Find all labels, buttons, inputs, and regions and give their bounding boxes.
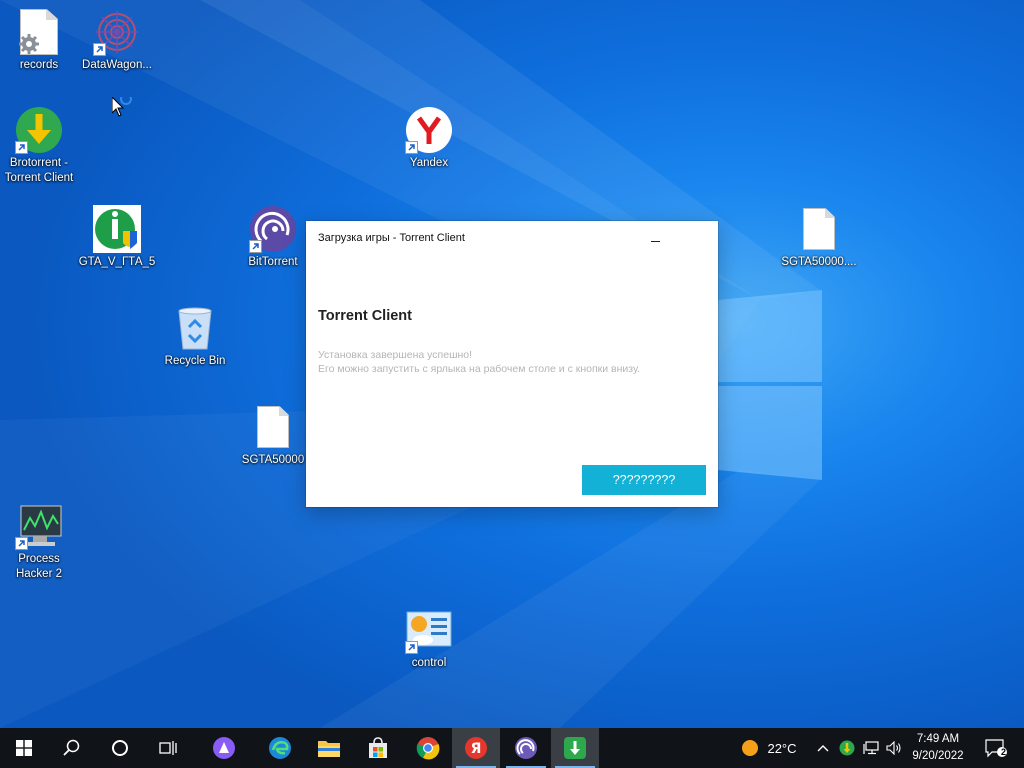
torrent-client-icon [564, 737, 586, 759]
taskbar-edge[interactable] [256, 728, 304, 768]
desktop-icon-label: control [411, 657, 447, 669]
clock-time: 7:49 AM [916, 733, 960, 745]
desktop-icon-control[interactable]: control [387, 606, 471, 671]
store-icon [369, 737, 387, 758]
launch-button[interactable]: ????????? [582, 465, 706, 495]
edge-icon [269, 737, 291, 759]
taskbar-chrome[interactable] [404, 728, 452, 768]
chrome-icon [416, 737, 440, 760]
message-line: Установка завершена успешно! [318, 349, 473, 361]
search-icon [63, 739, 80, 756]
alice-icon [213, 737, 235, 759]
desktop-icon-label: records [19, 59, 59, 71]
taskbar-file-explorer[interactable] [305, 728, 353, 768]
desktop-icon-label: SGTA50000 [241, 454, 305, 466]
desktop-icon-label: Recycle Bin [164, 355, 226, 367]
notification-center-button[interactable]: 2 [976, 728, 1016, 768]
desktop-icon-label: SGTA50000.... [781, 256, 857, 268]
file-icon [795, 205, 843, 253]
search-button[interactable] [48, 728, 96, 768]
dialog-title: Загрузка игры - Torrent Client [318, 232, 465, 244]
volume-button[interactable] [883, 728, 905, 768]
taskbar-torrent-client[interactable] [551, 728, 599, 768]
desktop-icon-brotorrent[interactable]: Brotorrent - Torrent Client [0, 106, 81, 186]
minimize-button[interactable] [648, 231, 662, 245]
process-hacker-icon [15, 502, 63, 550]
desktop-icon-label: Process Hacker 2 [15, 553, 63, 580]
taskbar-store[interactable] [354, 728, 402, 768]
desktop-icon-label: Brotorrent - Torrent Client [4, 157, 74, 184]
file-icon [249, 403, 297, 451]
taskbar-yandex[interactable]: Я [452, 728, 500, 768]
taskbar-bittorrent[interactable] [502, 728, 550, 768]
desktop-icon-label: Yandex [409, 157, 449, 169]
speaker-icon [886, 741, 901, 755]
dialog-message: Установка завершена успешно! Его можно з… [318, 348, 640, 376]
desktop-icon-gta[interactable]: GTA_V_ГТА_5 [75, 205, 159, 270]
desktop-icon-sgta-mid[interactable]: SGTA50000 [231, 403, 315, 468]
network-icon [863, 741, 879, 755]
task-view-icon [159, 741, 177, 755]
mouse-cursor-icon [112, 97, 132, 117]
control-panel-icon [405, 606, 453, 654]
yandex-icon: Я [465, 737, 487, 759]
yandex-browser-icon [405, 106, 453, 154]
clock[interactable]: 7:49 AM 9/20/2022 [905, 731, 971, 765]
network-button[interactable] [860, 728, 882, 768]
recycle-bin-icon [171, 304, 219, 352]
desktop-icon-recycle-bin[interactable]: Recycle Bin [153, 304, 237, 369]
show-hidden-icons-button[interactable] [812, 728, 834, 768]
task-view-button[interactable] [144, 728, 192, 768]
desktop-icon-label: BitTorrent [248, 256, 298, 268]
dialog-heading: Torrent Client [318, 308, 412, 324]
clock-date: 9/20/2022 [912, 750, 964, 762]
desktop-icon-process-hacker[interactable]: Process Hacker 2 [0, 502, 81, 582]
minimize-icon [650, 241, 660, 242]
torrent-tray-icon [839, 740, 855, 756]
taskbar: Я 22°C 7:49 AM 9/20/2022 2 [0, 728, 1024, 768]
sun-icon [742, 740, 759, 756]
desktop-icon-datawagon[interactable]: DataWagon... [75, 8, 159, 73]
desktop-icon-records[interactable]: records [0, 8, 81, 73]
cortana-icon [112, 740, 128, 756]
tray-torrent[interactable] [836, 728, 858, 768]
desktop-icon-sgta-right[interactable]: SGTA50000.... [777, 205, 861, 270]
svg-text:Я: Я [471, 741, 482, 757]
bittorrent-icon [515, 737, 537, 759]
brotorrent-icon [15, 106, 63, 154]
notification-count: 2 [1001, 747, 1007, 757]
start-button[interactable] [0, 728, 48, 768]
desktop-icon-bittorrent[interactable]: BitTorrent [231, 205, 315, 270]
installer-shield-icon [93, 205, 141, 253]
windows-start-icon [16, 740, 32, 756]
datawagon-icon [93, 8, 141, 56]
installer-dialog: Загрузка игры - Torrent Client Torrent C… [306, 221, 718, 507]
file-explorer-icon [318, 741, 340, 757]
cortana-button[interactable] [96, 728, 144, 768]
taskbar-alice[interactable] [200, 728, 248, 768]
weather-temperature: 22°C [767, 740, 797, 756]
document-settings-icon [15, 8, 63, 56]
desktop-icon-yandex[interactable]: Yandex [387, 106, 471, 171]
message-line: Его можно запустить с ярлыка на рабочем … [318, 363, 641, 375]
weather-widget[interactable]: 22°C [734, 728, 804, 768]
desktop-icon-label: GTA_V_ГТА_5 [78, 256, 156, 268]
chevron-up-icon [817, 745, 829, 752]
desktop-icon-label: DataWagon... [82, 59, 152, 71]
bittorrent-icon [249, 205, 297, 253]
